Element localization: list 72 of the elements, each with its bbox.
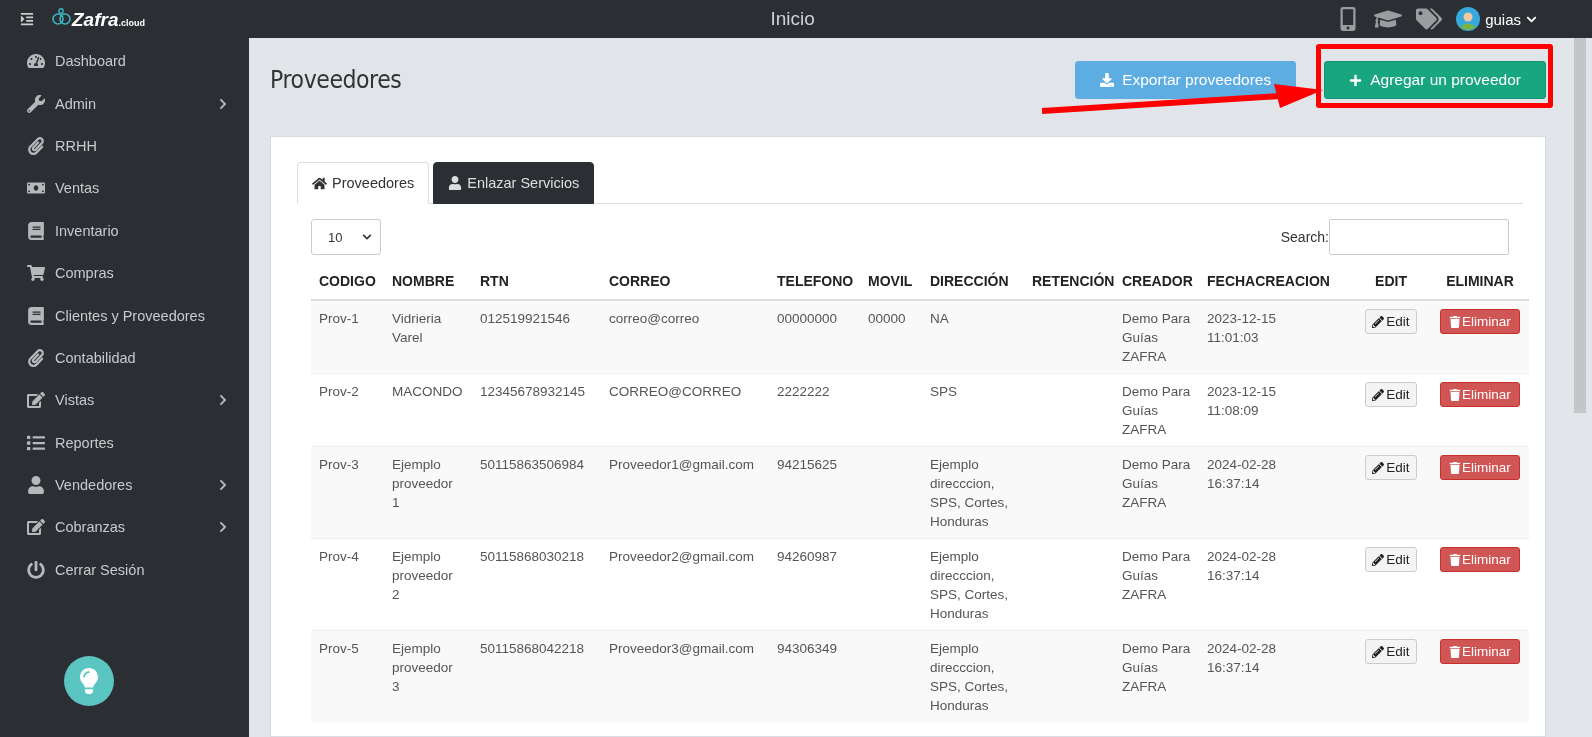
sidebar-item[interactable]: Ventas xyxy=(0,167,249,210)
tab[interactable]: Proveedores xyxy=(297,162,430,204)
table-cell-text: NA xyxy=(930,310,949,328)
table-cell-text: Ejemplo direcccion, SPS, Cortes, Honduras xyxy=(930,548,1010,623)
sidebar-item[interactable]: Vistas xyxy=(0,379,249,422)
table-cell-text: Prov-5 xyxy=(319,640,359,658)
table-cell-text: Ejemplo proveedor 1 xyxy=(392,456,454,512)
table-cell-text: Demo Para Guías ZAFRA xyxy=(1122,548,1191,604)
table-cell-text: 12345678932145 xyxy=(480,383,586,401)
table-cell-text: Proveedor1@gmail.com xyxy=(609,456,754,474)
table-cell-text: Prov-4 xyxy=(319,548,359,566)
sidebar-item[interactable]: Admin xyxy=(0,82,249,125)
sidebar-item[interactable]: Reportes xyxy=(0,421,249,464)
table-cell-text: 2024-02-28 16:37:14 xyxy=(1207,548,1278,585)
table-cell-text: 2024-02-28 16:37:14 xyxy=(1207,640,1278,677)
sidebar-item[interactable]: Contabilidad xyxy=(0,336,249,380)
table-cell-text: Ejemplo proveedor 3 xyxy=(392,640,454,696)
edit-button[interactable]: Edit xyxy=(1365,455,1417,480)
edit-button[interactable]: Edit xyxy=(1365,639,1417,664)
search-label: Search: xyxy=(1280,229,1329,245)
table-cell-text: correo@correo xyxy=(609,310,700,328)
delete-button[interactable]: Eliminar xyxy=(1440,639,1520,664)
logo: Zafra.cloud xyxy=(52,7,145,31)
sidebar-item[interactable]: Vendedores xyxy=(0,463,249,507)
table-cell-text: 2222222 xyxy=(777,383,830,401)
table-cell-text: Ejemplo direcccion, SPS, Cortes, Honduras xyxy=(930,456,1010,531)
table-cell-text: 50115868042218 xyxy=(480,640,585,658)
tab[interactable]: Enlazar Servicios xyxy=(433,162,595,204)
sidebar-item[interactable]: Dashboard xyxy=(0,40,249,83)
table-cell-text: 94215625 xyxy=(777,456,838,474)
delete-button[interactable]: Eliminar xyxy=(1440,309,1520,334)
table-cell-text: 00000000 xyxy=(777,310,838,328)
user-menu[interactable]: guias xyxy=(1456,7,1537,31)
table-cell-text: 2024-02-28 16:37:14 xyxy=(1207,456,1278,493)
table-cell-text: 2023-12-15 11:08:09 xyxy=(1207,383,1278,420)
table-cell-text: Proveedor2@gmail.com xyxy=(609,548,754,566)
table-cell-text: Prov-2 xyxy=(319,383,359,401)
table-cell-text: 50115868030218 xyxy=(480,548,585,566)
delete-button[interactable]: Eliminar xyxy=(1440,547,1520,572)
table-cell-text: Demo Para Guías ZAFRA xyxy=(1122,456,1191,512)
sidebar-item[interactable]: Clientes y Proveedores xyxy=(0,294,249,337)
table-cell-text: 94260987 xyxy=(777,548,838,566)
page-length-select[interactable]: 10 xyxy=(311,219,381,255)
table-cell-text: Proveedor3@gmail.com xyxy=(609,640,754,658)
table-cell-text: Ejemplo direcccion, SPS, Cortes, Honduras xyxy=(930,640,1010,715)
heading: Proveedores xyxy=(270,66,403,94)
sidebar-item[interactable]: Cerrar Sesión xyxy=(0,548,249,592)
table-cell-text: Demo Para Guías ZAFRA xyxy=(1122,310,1191,366)
table-cell-text: Ejemplo proveedor 2 xyxy=(392,548,454,604)
table-cell-text: 012519921546 xyxy=(480,310,571,328)
sidebar-item[interactable]: Compras xyxy=(0,251,249,295)
table-cell-text: 00000 xyxy=(868,310,906,328)
sidebar-item[interactable]: RRHH xyxy=(0,124,249,168)
table-cell-text: 50115863506984 xyxy=(480,456,585,474)
delete-button[interactable]: Eliminar xyxy=(1440,382,1520,407)
table-cell-text: Vidrieria Varel xyxy=(392,310,443,347)
page-title: Inicio xyxy=(769,8,816,30)
table-cell-text: Demo Para Guías ZAFRA xyxy=(1122,640,1191,696)
edit-button[interactable]: Edit xyxy=(1365,382,1417,407)
table-cell-text: Demo Para Guías ZAFRA xyxy=(1122,383,1191,439)
sidebar-item[interactable]: Cobranzas xyxy=(0,506,249,549)
table-cell-text: 94306349 xyxy=(777,640,838,658)
delete-button[interactable]: Eliminar xyxy=(1440,455,1520,480)
table-cell-text: 2023-12-15 11:01:03 xyxy=(1207,310,1278,347)
table-cell-text: MACONDO xyxy=(392,383,463,401)
table-cell-text: Prov-1 xyxy=(319,310,359,328)
edit-button[interactable]: Edit xyxy=(1365,547,1417,572)
sidebar-item[interactable]: Inventario xyxy=(0,209,249,252)
table-cell-text: Prov-3 xyxy=(319,456,359,474)
edit-button[interactable]: Edit xyxy=(1365,309,1417,334)
table-cell-text: SPS xyxy=(930,383,957,401)
table-cell-text: CORREO@CORREO xyxy=(609,383,742,401)
